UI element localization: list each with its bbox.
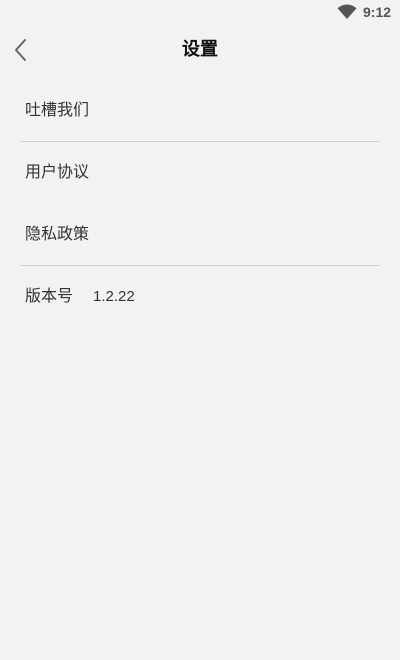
settings-item-label: 用户协议	[25, 162, 90, 181]
wifi-icon	[337, 4, 357, 20]
settings-item-label: 版本号	[25, 286, 74, 305]
nav-bar: 设置	[0, 24, 400, 76]
settings-item-user-agreement[interactable]: 用户协议	[0, 142, 400, 204]
settings-list: 吐槽我们 用户协议 隐私政策 版本号 1.2.22	[0, 80, 400, 328]
version-number: 1.2.22	[93, 288, 135, 305]
settings-item-label: 吐槽我们	[25, 100, 90, 119]
settings-item-feedback[interactable]: 吐槽我们	[0, 80, 400, 142]
settings-item-version: 版本号 1.2.22	[0, 266, 400, 328]
status-bar: 9:12	[0, 0, 400, 24]
settings-item-label: 隐私政策	[25, 224, 90, 243]
settings-item-privacy-policy[interactable]: 隐私政策	[0, 204, 400, 266]
status-time: 9:12	[363, 4, 392, 20]
page-title: 设置	[182, 39, 218, 60]
